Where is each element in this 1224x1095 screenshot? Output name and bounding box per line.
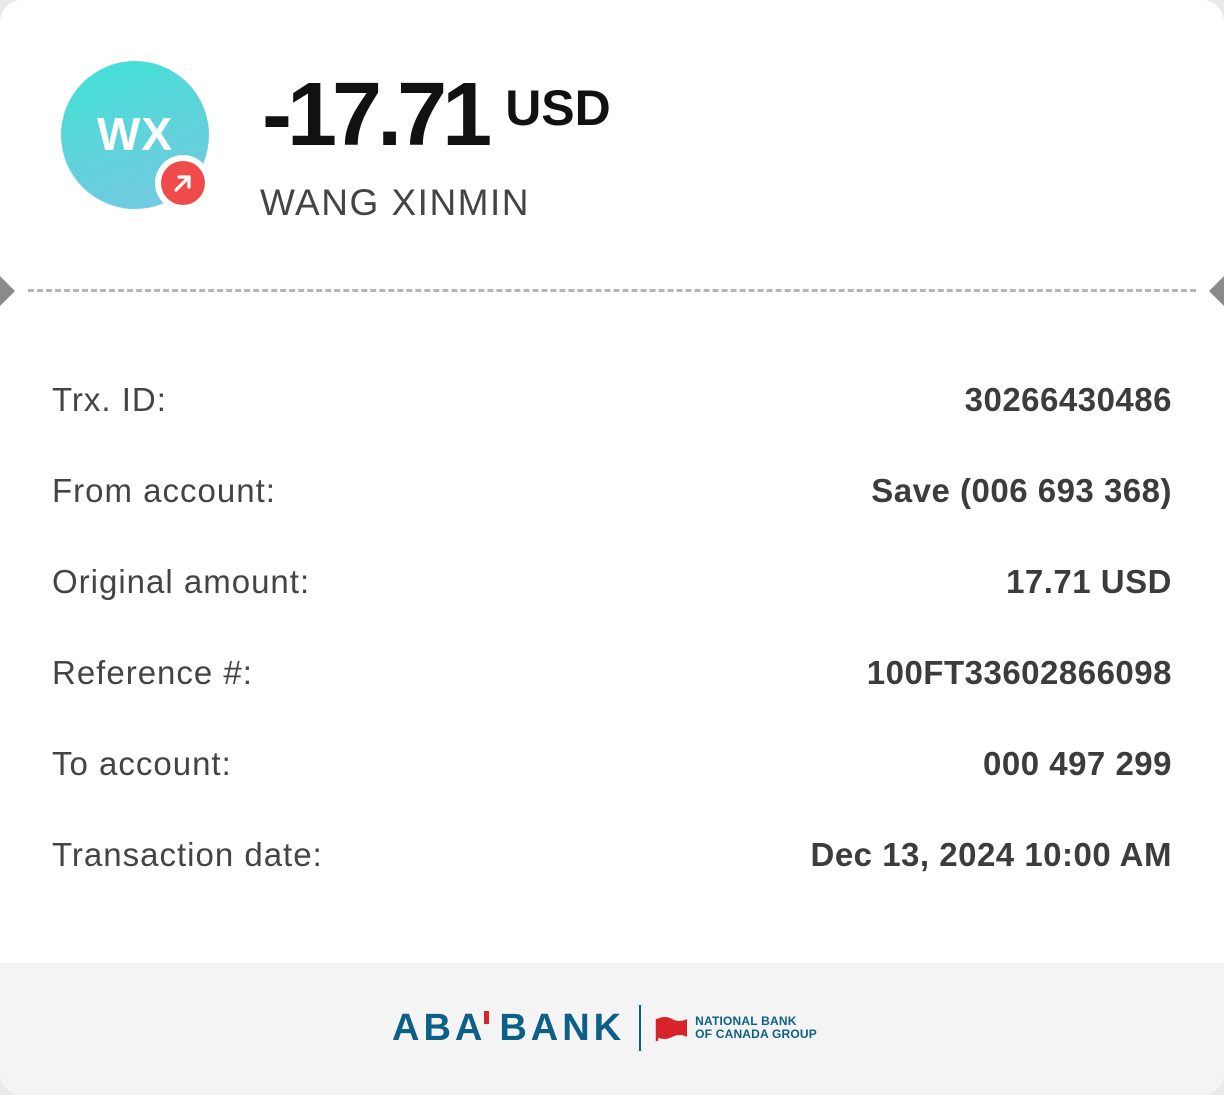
- outgoing-badge: [155, 155, 211, 211]
- bank-name-part2: BANK: [499, 1006, 626, 1049]
- amount-value: -17.71: [262, 65, 492, 165]
- detail-value: Dec 13, 2024 10:00 AM: [810, 835, 1172, 873]
- partner-flag-icon: [655, 1017, 688, 1041]
- detail-row-transaction-date: Transaction date: Dec 13, 2024 10:00 AM: [52, 809, 1172, 900]
- ticket-notch-left: [0, 276, 15, 306]
- detail-row-from-account: From account: Save (006 693 368): [52, 445, 1172, 536]
- detail-value: 17.71 USD: [1006, 562, 1172, 600]
- amount-currency: USD: [505, 80, 611, 136]
- detail-label: Transaction date:: [52, 835, 323, 873]
- detail-value: 100FT33602866098: [866, 653, 1172, 691]
- avatar-initials: WX: [96, 108, 174, 160]
- dashed-divider: [28, 289, 1196, 292]
- bank-name-part1: ABA: [392, 1006, 487, 1049]
- ticket-notch-right: [1209, 276, 1224, 306]
- detail-row-reference: Reference #: 100FT33602866098: [52, 627, 1172, 718]
- brand-accent-mark: [484, 1010, 490, 1024]
- logo-separator: [639, 1005, 642, 1051]
- partner-name-line2: OF CANADA GROUP: [695, 1027, 817, 1041]
- detail-label: To account:: [52, 744, 232, 782]
- detail-row-to-account: To account: 000 497 299: [52, 718, 1172, 809]
- detail-label: Reference #:: [52, 653, 253, 691]
- detail-label: From account:: [52, 471, 276, 509]
- detail-label: Original amount:: [52, 562, 311, 600]
- detail-row-trx-id: Trx. ID: 30266430486: [52, 354, 1172, 445]
- transaction-amount: -17.71 USD: [262, 70, 611, 160]
- bank-logo: ABA BANK NATIONAL BANK OF CANADA GROUP: [392, 1003, 817, 1053]
- detail-value: 30266430486: [964, 380, 1172, 418]
- transaction-receipt-card: WX -17.71 USD WANG XINMIN Trx. ID: 30266…: [0, 0, 1224, 1095]
- detail-row-original-amount: Original amount: 17.71 USD: [52, 536, 1172, 627]
- bank-name: ABA BANK: [392, 1007, 625, 1050]
- transaction-details: Trx. ID: 30266430486 From account: Save …: [52, 354, 1172, 900]
- detail-label: Trx. ID:: [52, 380, 167, 418]
- detail-value: Save (006 693 368): [871, 471, 1172, 509]
- arrow-up-right-icon: [161, 161, 205, 205]
- detail-value: 000 497 299: [982, 744, 1172, 782]
- partner-name: NATIONAL BANK OF CANADA GROUP: [695, 1015, 817, 1041]
- counterparty-name: WANG XINMIN: [260, 182, 531, 223]
